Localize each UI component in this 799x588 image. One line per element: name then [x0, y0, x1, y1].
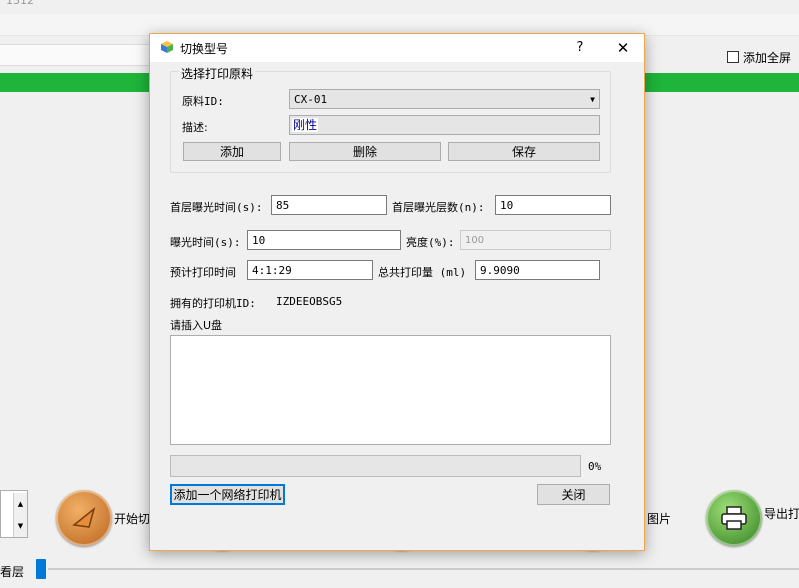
- estimated-time-value: 4:1:29: [247, 260, 373, 280]
- description-field[interactable]: 刚性: [289, 115, 600, 135]
- first-exposure-input[interactable]: 85: [271, 195, 387, 215]
- checkbox-box[interactable]: [727, 51, 739, 63]
- transfer-progress-bar: [170, 455, 581, 477]
- usb-prompt-label: 请插入U盘: [170, 319, 223, 332]
- first-layers-label: 首层曝光层数(n):: [392, 201, 485, 214]
- printer-icon: [721, 506, 747, 530]
- exposure-time-label: 曝光时间(s):: [170, 236, 241, 249]
- material-groupbox: 选择打印原料 原料ID: CX-01 ▼ 描述: 刚性 添加 删除 保存: [170, 65, 611, 173]
- delete-material-button[interactable]: 删除: [289, 142, 441, 161]
- description-label: 描述:: [182, 121, 208, 134]
- estimated-time-label: 预计打印时间: [170, 266, 236, 279]
- dialog-title: 切换型号: [180, 42, 229, 56]
- first-exposure-label: 首层曝光时间(s):: [170, 201, 263, 214]
- brightness-label: 亮度(%):: [406, 236, 455, 249]
- material-id-label: 原料ID:: [182, 95, 224, 108]
- total-amount-value: 9.9090: [475, 260, 600, 280]
- close-dialog-button[interactable]: 关闭: [537, 484, 610, 505]
- view-layer-label: 看层: [0, 565, 25, 579]
- help-icon[interactable]: ?: [570, 37, 590, 57]
- total-amount-label: 总共打印量 (ml): [378, 266, 467, 279]
- app-cube-icon: [161, 41, 173, 53]
- image-label: 图片: [647, 512, 672, 526]
- export-print-label: 导出打: [764, 507, 799, 521]
- slice-icon: [72, 506, 96, 528]
- app-input-field[interactable]: [0, 44, 170, 66]
- start-slice-button[interactable]: [56, 490, 112, 546]
- spinner-up-icon[interactable]: ▲: [13, 493, 27, 515]
- description-value: 刚性: [292, 118, 319, 132]
- app-title: 1312: [6, 0, 34, 7]
- dialog-titlebar[interactable]: 切换型号 ? ✕: [150, 34, 644, 62]
- start-slice-label: 开始切: [114, 512, 151, 526]
- add-material-button[interactable]: 添加: [183, 142, 281, 161]
- exposure-time-input[interactable]: 10: [247, 230, 401, 250]
- spinner-down-icon[interactable]: ▼: [13, 515, 27, 537]
- add-network-printer-button[interactable]: 添加一个网络打印机: [170, 484, 285, 505]
- save-material-button[interactable]: 保存: [448, 142, 600, 161]
- add-fullscreen-checkbox[interactable]: 添加全屏: [727, 49, 791, 65]
- printer-list[interactable]: [170, 335, 611, 445]
- material-group-legend: 选择打印原料: [179, 65, 256, 82]
- chevron-down-icon: ▼: [590, 94, 595, 104]
- layer-slider-thumb[interactable]: [36, 559, 46, 579]
- switch-model-dialog: 切换型号 ? ✕ 选择打印原料 原料ID: CX-01 ▼ 描述: 刚性 添加 …: [149, 33, 645, 551]
- material-id-value: CX-01: [294, 92, 328, 106]
- first-layers-input[interactable]: 10: [495, 195, 611, 215]
- layer-spinner[interactable]: ▲ ▼: [0, 490, 28, 538]
- brightness-input: 100: [460, 230, 611, 250]
- close-icon[interactable]: ✕: [608, 36, 638, 60]
- export-print-button[interactable]: [706, 490, 762, 546]
- material-id-dropdown[interactable]: CX-01 ▼: [289, 89, 600, 109]
- add-fullscreen-label: 添加全屏: [743, 50, 792, 65]
- printer-id-value: IZDEEOBSG5: [276, 295, 343, 308]
- printer-id-label: 拥有的打印机ID:: [170, 297, 256, 310]
- progress-percent: 0%: [588, 460, 602, 473]
- layer-slider-track[interactable]: [48, 568, 799, 570]
